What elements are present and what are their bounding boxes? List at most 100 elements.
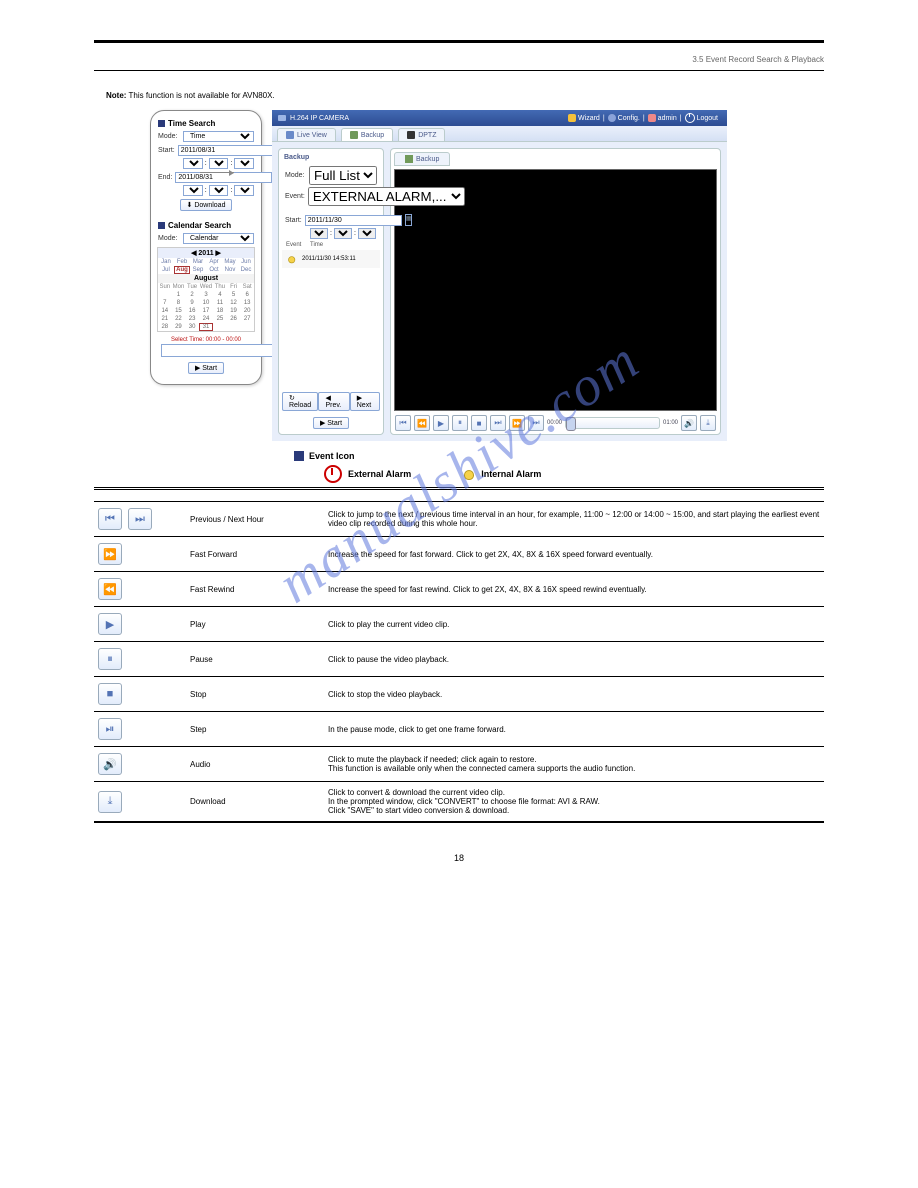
cal-day-cell[interactable]: 24 <box>199 315 213 323</box>
calendar: ◀ 2011 ▶ JanFebMarAprMayJunJulAugSepOctN… <box>157 247 255 332</box>
pause-icon[interactable]: ⏸ <box>452 415 468 431</box>
cal-day-cell[interactable]: 18 <box>213 307 227 315</box>
cal-day-cell[interactable]: 14 <box>158 307 172 315</box>
calendar-icon[interactable]: ▦ <box>405 214 413 226</box>
ts-start-m[interactable]: 52 <box>209 158 229 169</box>
cal-day-cell[interactable]: 29 <box>172 323 186 331</box>
bk-event-select[interactable]: EXTERNAL ALARM,... <box>308 187 465 206</box>
cal-day-cell[interactable]: 15 <box>172 307 186 315</box>
cal-month-cell[interactable]: Jan <box>158 258 174 266</box>
bk-mode-select[interactable]: Full List <box>309 166 377 185</box>
cal-month-cell[interactable]: Mar <box>190 258 206 266</box>
download-button[interactable]: ⬇ Download <box>180 199 233 211</box>
cs-mode-select[interactable]: Calendar <box>183 233 254 244</box>
bk-start-m[interactable]: 11 <box>334 228 352 239</box>
cal-day-cell[interactable]: 17 <box>199 307 213 315</box>
ts-start-h[interactable]: 17 <box>183 158 203 169</box>
backup-header: Backup <box>282 152 380 165</box>
cal-day-cell[interactable]: 7 <box>158 299 172 307</box>
cal-day-cell[interactable]: 2 <box>185 291 199 299</box>
event-row[interactable]: 2011/11/30 14:53:11 <box>282 250 380 268</box>
prev-hour-icon[interactable]: ⏮ <box>395 415 411 431</box>
control-desc: Click to convert & download the current … <box>324 782 824 823</box>
cal-month-cell[interactable]: Jun <box>238 258 254 266</box>
ff-icon[interactable]: ⏩ <box>509 415 525 431</box>
tab-backup[interactable]: Backup <box>341 128 393 141</box>
cal-month-cell[interactable]: May <box>222 258 238 266</box>
download-icon[interactable]: ⤓ <box>700 415 716 431</box>
ts-end-date[interactable] <box>175 172 272 183</box>
cal-day-cell[interactable]: 3 <box>199 291 213 299</box>
tab-liveview[interactable]: Live View <box>277 128 336 141</box>
cal-day-cell[interactable]: 25 <box>213 315 227 323</box>
play-icon: ▶ <box>98 613 122 635</box>
control-desc: Click to pause the video playback. <box>324 642 824 677</box>
cs-start-button[interactable]: ▶ Start <box>188 362 224 374</box>
cal-day-cell[interactable]: 6 <box>240 291 254 299</box>
ts-start-date[interactable] <box>178 145 275 156</box>
cal-day-cell[interactable]: 4 <box>213 291 227 299</box>
cal-day-cell[interactable]: 30 <box>185 323 199 331</box>
prev-icon: ⏮ <box>98 508 122 530</box>
step-icon: ⏯ <box>98 718 122 740</box>
cal-day-cell[interactable]: 23 <box>185 315 199 323</box>
link-logout[interactable]: Logout <box>685 113 718 123</box>
cal-day-cell[interactable]: 31 <box>199 323 213 331</box>
cal-month-cell[interactable]: Dec <box>238 266 254 274</box>
link-admin[interactable]: admin <box>648 114 677 122</box>
link-config[interactable]: Config. <box>608 114 640 122</box>
ts-mode-select[interactable]: Time <box>183 131 254 142</box>
cal-day-cell[interactable]: 21 <box>158 315 172 323</box>
prev-button[interactable]: ◀ Prev. <box>318 392 349 411</box>
rtab-backup[interactable]: Backup <box>394 152 450 166</box>
tab-dptz[interactable]: DPTZ <box>398 128 445 141</box>
ts-start-s[interactable]: 35 <box>234 158 254 169</box>
controls-table: ⏮⏭Previous / Next HourClick to jump to t… <box>94 501 824 823</box>
stop-icon[interactable]: ■ <box>471 415 487 431</box>
play-icon[interactable]: ▶ <box>433 415 449 431</box>
link-wizard[interactable]: Wizard <box>568 114 600 122</box>
cal-day-cell[interactable]: 28 <box>158 323 172 331</box>
cal-day-cell[interactable]: 11 <box>213 299 227 307</box>
cal-day-cell[interactable]: 16 <box>185 307 199 315</box>
rewind-icon[interactable]: ⏪ <box>414 415 430 431</box>
next-button[interactable]: ▶ Next <box>350 392 380 411</box>
step-icon[interactable]: ⏭ <box>490 415 506 431</box>
cal-month-cell[interactable]: Sep <box>190 266 206 274</box>
timeline-slider[interactable] <box>565 417 660 429</box>
bk-start-date[interactable] <box>305 215 402 226</box>
cal-month-cell[interactable]: Oct <box>206 266 222 274</box>
cal-month-name: August <box>158 274 254 283</box>
titlebar: H.264 IP CAMERA Wizard | Config. | admin… <box>272 110 727 126</box>
cal-month-cell[interactable]: Aug <box>174 266 190 274</box>
cal-day-cell[interactable]: 27 <box>240 315 254 323</box>
bk-start-h[interactable]: 15 <box>310 228 328 239</box>
next-hour-icon[interactable]: ⏭ <box>528 415 544 431</box>
cal-day-cell[interactable]: 20 <box>240 307 254 315</box>
cal-day-cell[interactable]: 1 <box>172 291 186 299</box>
cal-month-cell[interactable]: Apr <box>206 258 222 266</box>
ts-start-label: Start: <box>158 147 175 154</box>
disk-icon <box>405 155 413 163</box>
cal-month-cell[interactable]: Nov <box>222 266 238 274</box>
cal-day-cell[interactable]: 8 <box>172 299 186 307</box>
cal-day-cell[interactable]: 12 <box>227 299 241 307</box>
bk-start-button[interactable]: ▶ Start <box>313 417 349 429</box>
cal-day-cell[interactable]: 5 <box>227 291 241 299</box>
ts-end-h[interactable]: 18 <box>183 185 203 196</box>
cal-month-cell[interactable]: Jul <box>158 266 174 274</box>
cal-day-cell[interactable]: 26 <box>227 315 241 323</box>
cal-month-cell[interactable]: Feb <box>174 258 190 266</box>
audio-icon[interactable]: 🔊 <box>681 415 697 431</box>
ts-end-s[interactable]: 27 <box>234 185 254 196</box>
cal-day-cell[interactable]: 22 <box>172 315 186 323</box>
cal-day-cell[interactable]: 13 <box>240 299 254 307</box>
cal-day-cell[interactable]: 9 <box>185 299 199 307</box>
reload-button[interactable]: ↻ Reload <box>282 392 318 411</box>
cal-day-cell[interactable]: 19 <box>227 307 241 315</box>
bk-start-s[interactable]: 52 <box>358 228 376 239</box>
event-columns: EventTime <box>282 240 380 250</box>
cal-day-cell[interactable]: 10 <box>199 299 213 307</box>
control-name: Download <box>186 782 324 823</box>
ts-end-m[interactable]: 49 <box>209 185 229 196</box>
